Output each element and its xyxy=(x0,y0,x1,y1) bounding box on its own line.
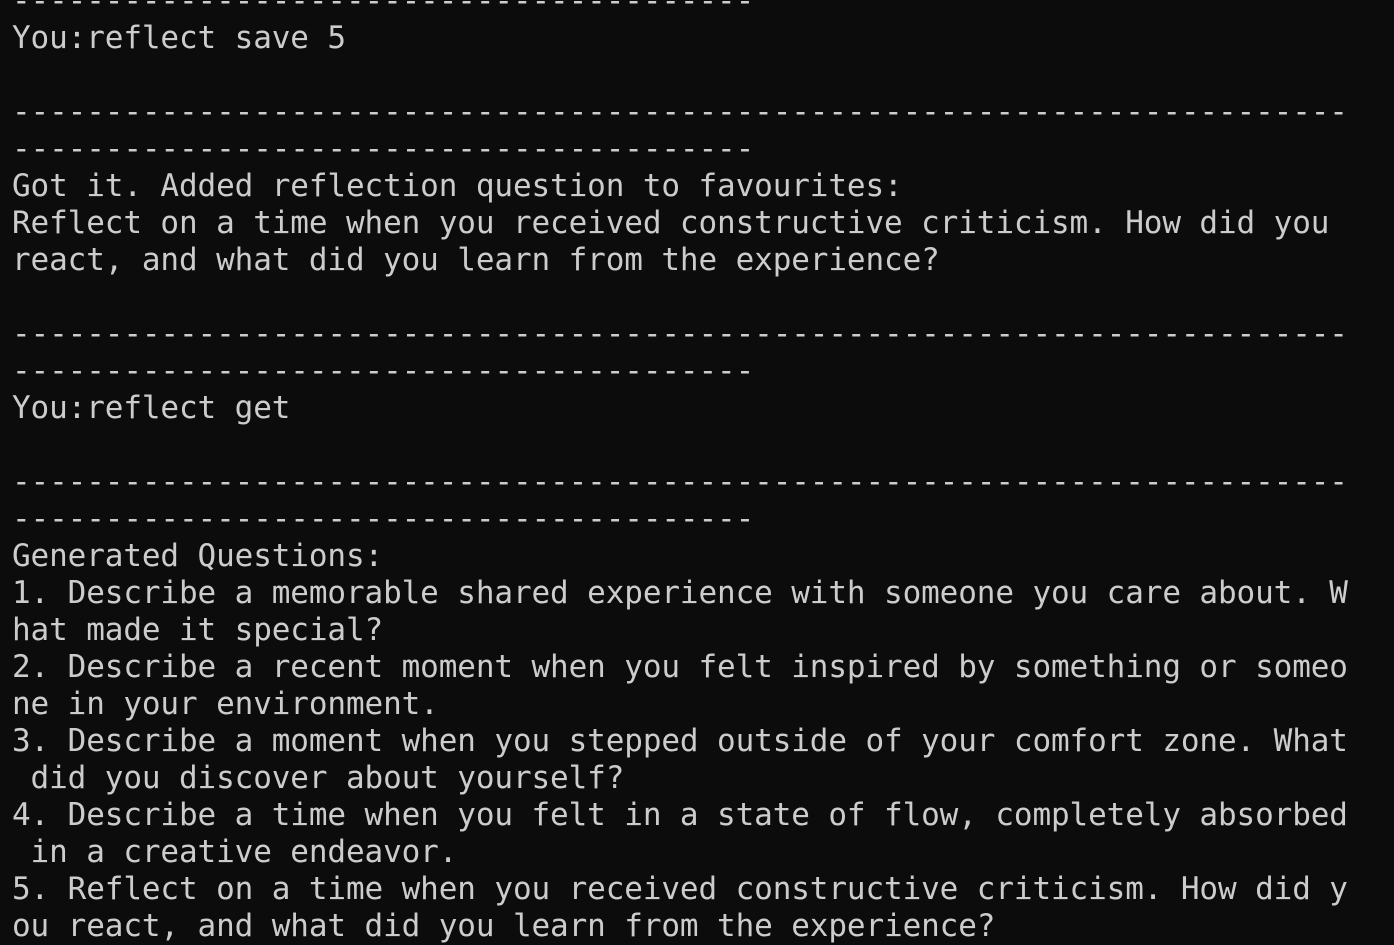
question-line: 4. Describe a time when you felt in a st… xyxy=(12,797,1348,833)
question-line: in a creative endeavor. xyxy=(12,834,458,870)
response-line: react, and what did you learn from the e… xyxy=(12,242,940,278)
user-command-line: You:reflect get xyxy=(12,390,291,426)
question-line: 2. Describe a recent moment when you fel… xyxy=(12,649,1348,685)
questions-heading: Generated Questions: xyxy=(12,538,384,574)
separator-line: ---------------------------------------- xyxy=(12,353,755,389)
question-line: 1. Describe a memorable shared experienc… xyxy=(12,575,1348,611)
separator-line: ---------------------------------------- xyxy=(12,131,755,167)
question-line: 5. Reflect on a time when you received c… xyxy=(12,871,1348,907)
question-line: ou react, and what did you learn from th… xyxy=(12,908,996,944)
terminal-output[interactable]: ----------------------------------------… xyxy=(12,0,1382,945)
question-line: 3. Describe a moment when you stepped ou… xyxy=(12,723,1348,759)
question-line: hat made it special? xyxy=(12,612,384,648)
separator-line: ----------------------------------------… xyxy=(12,316,1348,352)
separator-line: ----------------------------------------… xyxy=(12,94,1348,130)
response-line: Reflect on a time when you received cons… xyxy=(12,205,1330,241)
question-line: ne in your environment. xyxy=(12,686,439,722)
user-command-line: You:reflect save 5 xyxy=(12,20,346,56)
separator-line: ---------------------------------------- xyxy=(12,0,755,19)
separator-line: ----------------------------------------… xyxy=(12,464,1348,500)
separator-line: ---------------------------------------- xyxy=(12,501,755,537)
response-line: Got it. Added reflection question to fav… xyxy=(12,168,903,204)
question-line: did you discover about yourself? xyxy=(12,760,625,796)
